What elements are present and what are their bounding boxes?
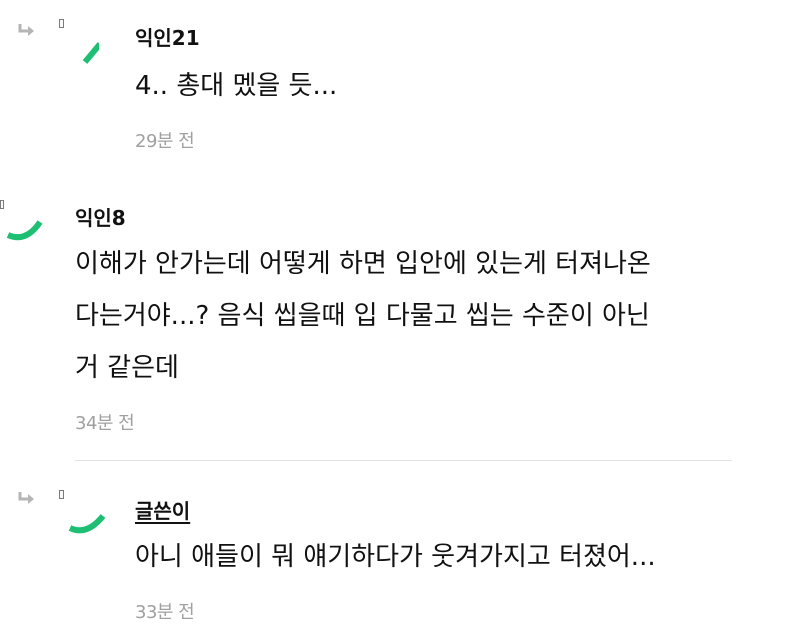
comment-time: 33분 전 (135, 602, 195, 623)
reply-arrow-icon (18, 490, 36, 504)
comment-text: 아니 애들이 뭐 얘기하다가 웃겨가지고 터졌어... (135, 542, 656, 572)
comment-item: 글쓴이 아니 애들이 뭐 얘기하다가 웃겨가지고 터졌어... 33분 전 (0, 0, 793, 638)
comment-author-op[interactable]: 글쓴이 (135, 495, 190, 524)
avatar-icon[interactable] (59, 490, 106, 534)
